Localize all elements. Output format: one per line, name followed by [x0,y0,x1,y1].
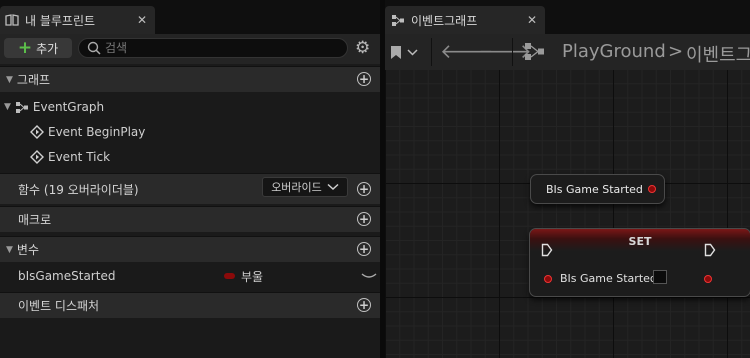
override-label: 오버라이드 [271,181,322,194]
bool-output-pin-icon[interactable] [704,275,712,283]
section-graphs-label: 그래프 [16,73,51,87]
breadcrumb-current[interactable]: 이벤트그래 [686,41,750,67]
event-graph-tab-title: 이벤트그래프 [411,13,478,28]
event-tick-label: Event Tick [48,150,111,164]
bool-input-pin-icon[interactable] [544,275,552,283]
bool-output-pin-icon[interactable] [647,185,656,193]
section-graphs[interactable]: ▼ 그래프 + [0,66,380,92]
bookmark-icon [391,45,401,59]
add-function-icon[interactable]: + [357,182,371,196]
bool-value-checkbox[interactable] [653,270,667,284]
event-beginplay-label: Event BeginPlay [48,125,146,139]
book-icon [5,14,19,26]
gear-icon[interactable]: ⚙ [355,39,370,57]
my-blueprint-tab-title: 내 블루프린트 [25,13,96,28]
bool-type-pill-icon [224,273,235,279]
section-variables-label: 변수 [16,243,40,257]
override-dropdown[interactable]: 오버라이드 [262,177,348,197]
section-functions[interactable]: 함수 (19 오버라이더블) 오버라이드 + [0,173,380,204]
variable-name: bIsGameStarted [18,269,116,283]
variable-type: 부울 [241,269,264,284]
close-icon[interactable]: ✕ [527,13,537,27]
graph-icon [392,14,404,26]
visibility-eye-icon[interactable] [361,272,377,280]
set-node-pin-label: BIs Game Started [560,272,657,285]
collapse-arrow-icon: ▼ [6,244,13,255]
my-blueprint-tab[interactable]: 내 블루프린트 ✕ [0,6,155,34]
plus-icon: + [17,38,33,58]
graph-icon [525,43,544,60]
nav-divider [512,38,513,66]
event-icon [30,150,44,164]
variable-row[interactable]: bIsGameStarted 부울 [0,264,380,288]
breadcrumb-separator: > [668,41,684,62]
event-icon [30,125,44,139]
section-functions-label: 함수 (19 오버라이더블) [18,182,139,197]
collapse-arrow-icon: ▼ [6,74,13,85]
add-variable-icon[interactable]: + [357,242,371,256]
close-icon[interactable]: ✕ [137,13,147,27]
set-node-title: SET [530,229,750,251]
search-icon [87,41,101,55]
section-macros-label: 매크로 [18,213,52,227]
set-variable-node[interactable]: SET BIs Game Started [529,228,750,297]
add-button-label: 추가 [36,41,59,56]
bookmark-button[interactable] [390,41,426,63]
get-node-label: BIs Game Started [546,182,643,196]
exec-output-pin-icon[interactable] [704,243,716,257]
get-variable-node[interactable]: BIs Game Started [530,174,665,204]
event-graph-tab[interactable]: 이벤트그래프 ✕ [385,6,545,34]
chevron-down-icon [407,48,418,56]
add-macro-icon[interactable]: + [357,212,371,226]
section-event-dispatchers-label: 이벤트 디스패처 [18,299,100,313]
exec-input-pin-icon[interactable] [541,243,553,257]
tree-item-event-graph[interactable]: ▼ EventGraph [0,95,380,119]
search-box[interactable] [78,38,348,58]
add-button[interactable]: + 추가 [4,38,72,58]
collapse-arrow-icon: ▼ [4,102,11,112]
graph-canvas[interactable]: BIs Game Started SET BIs Game Started [385,70,750,358]
search-input[interactable] [105,41,335,55]
section-macros[interactable]: 매크로 + [0,206,380,232]
event-graph-label: EventGraph [32,100,105,114]
section-variables[interactable]: ▼ 변수 + [0,236,380,262]
section-event-dispatchers[interactable]: 이벤트 디스패처 + [0,292,380,318]
nav-divider [431,38,432,66]
add-graph-icon[interactable]: + [357,72,371,86]
tree-item-event-beginplay[interactable]: Event BeginPlay [0,120,380,144]
graph-icon [15,101,28,113]
add-event-dispatcher-icon[interactable]: + [357,298,371,312]
chevron-down-icon [327,183,339,191]
breadcrumb-root[interactable]: PlayGround [562,41,666,62]
tree-item-event-tick[interactable]: Event Tick [0,145,380,169]
